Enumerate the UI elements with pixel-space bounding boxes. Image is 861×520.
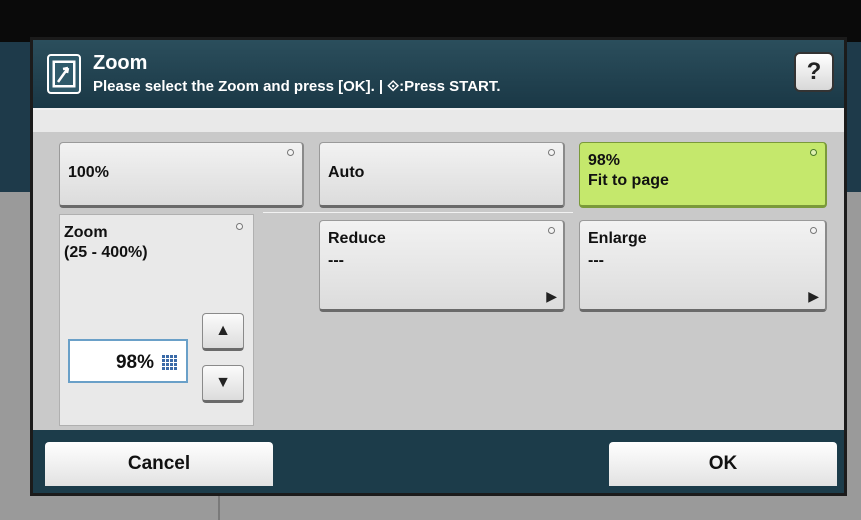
enlarge-value: --- [588,252,604,269]
zoom-value-field[interactable]: 98% [68,339,188,383]
preset-auto-button[interactable]: Auto [319,142,565,208]
preset-fit-to-page-button[interactable]: 98% Fit to page [579,142,827,208]
zoom-increase-button[interactable]: ▲ [202,313,244,351]
preset-100-button[interactable]: 100% [59,142,304,208]
header-separator [33,110,844,132]
radio-indicator [548,149,555,156]
dialog-title: Zoom [93,52,148,74]
radio-indicator [236,223,243,230]
preset-fit-to-page-label: 98% Fit to page [588,152,669,189]
keypad-icon[interactable] [162,355,178,371]
zoom-options-area: 100% Auto 98% Fit to page Zoom (25 - 400… [33,132,844,430]
dialog-header: Zoom Please select the Zoom and press [O… [33,40,844,110]
ok-button[interactable]: OK [609,442,837,486]
enlarge-label: Enlarge [588,230,647,247]
enlarge-button[interactable]: Enlarge --- ▶ [579,220,827,312]
dialog-instruction: Please select the Zoom and press [OK]. |… [93,78,501,95]
reduce-button[interactable]: Reduce --- ▶ [319,220,565,312]
help-button[interactable]: ? [794,52,834,92]
submenu-arrow-icon: ▶ [808,288,819,304]
dialog-footer: Cancel OK [33,430,844,493]
preset-100-label: 100% [68,164,109,181]
device-top-bar [0,0,861,42]
zoom-value: 98% [115,352,154,373]
submenu-arrow-icon: ▶ [546,288,557,304]
zoom-dialog: Zoom Please select the Zoom and press [O… [30,37,847,496]
row-separator [263,212,573,213]
cancel-button[interactable]: Cancel [45,442,273,486]
custom-zoom-panel[interactable]: Zoom (25 - 400%) 98% ▲ ▼ [59,214,254,426]
zoom-decrease-button[interactable]: ▼ [202,365,244,403]
radio-indicator [287,149,294,156]
radio-indicator [548,227,555,234]
radio-indicator-selected [810,149,817,156]
zoom-icon [47,54,81,94]
reduce-label: Reduce [328,230,386,247]
reduce-value: --- [328,252,344,269]
preset-auto-label: Auto [328,164,365,181]
custom-zoom-label: Zoom (25 - 400%) [64,224,148,261]
radio-indicator [810,227,817,234]
